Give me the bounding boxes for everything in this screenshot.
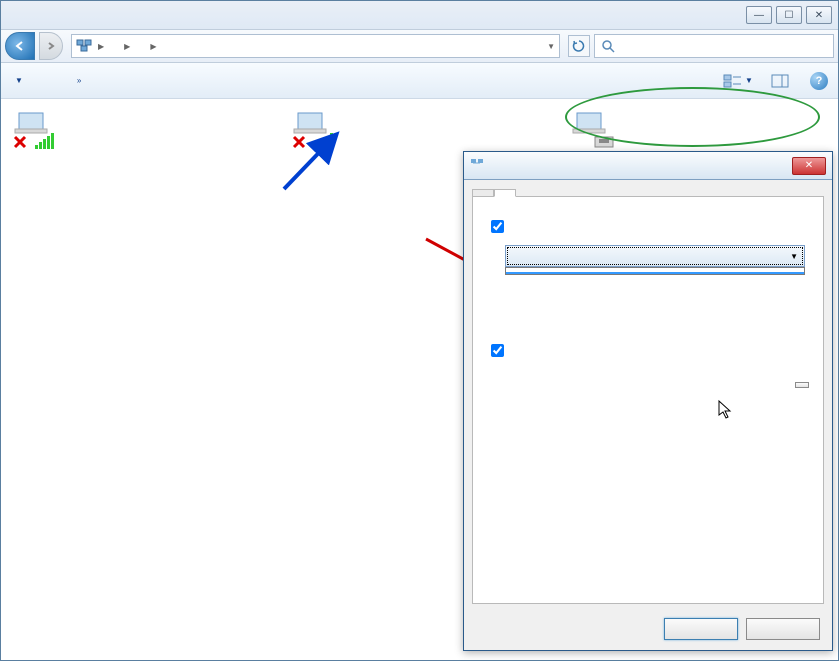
wireless-disconnected-icon xyxy=(11,109,59,151)
help-button[interactable]: ? xyxy=(810,72,828,90)
connection-item[interactable] xyxy=(11,109,270,151)
chevron-down-icon: ▼ xyxy=(15,76,23,85)
command-bar: ▼ » ▼ ? xyxy=(1,63,838,99)
search-icon xyxy=(601,39,615,53)
dialog-titlebar[interactable]: ✕ xyxy=(464,152,832,180)
breadcrumb-item[interactable] xyxy=(136,44,144,48)
network-icon xyxy=(470,157,484,174)
organize-menu[interactable]: ▼ xyxy=(11,76,23,85)
more-menu[interactable]: » xyxy=(77,76,81,85)
cancel-button[interactable] xyxy=(746,618,820,640)
close-button[interactable]: ✕ xyxy=(806,6,832,24)
search-box[interactable] xyxy=(594,34,834,58)
properties-dialog: ✕ ▼ xyxy=(463,151,833,651)
view-options-button[interactable]: ▼ xyxy=(726,70,750,92)
ethernet-icon xyxy=(569,109,617,151)
breadcrumb-item[interactable] xyxy=(110,44,118,48)
preview-pane-button[interactable] xyxy=(768,70,792,92)
dialog-close-button[interactable]: ✕ xyxy=(792,157,826,175)
maximize-button[interactable]: ☐ xyxy=(776,6,802,24)
network-icon xyxy=(76,37,92,56)
ok-button[interactable] xyxy=(664,618,738,640)
forward-button[interactable] xyxy=(39,32,63,60)
window-titlebar: — ☐ ✕ xyxy=(1,1,838,29)
allow-control-checkbox[interactable] xyxy=(491,344,504,357)
chevron-down-icon: ▼ xyxy=(790,252,798,261)
chevron-right-icon: ▶ xyxy=(150,42,156,51)
back-button[interactable] xyxy=(5,32,35,60)
tabs xyxy=(472,188,824,196)
connection-item-selected[interactable] xyxy=(569,109,828,151)
tab-sharing[interactable] xyxy=(494,189,516,197)
refresh-button[interactable] xyxy=(568,35,590,57)
home-network-combo[interactable]: ▼ xyxy=(505,245,805,267)
navigation-bar: ▶ ▶ ▶ ▼ xyxy=(1,29,838,63)
dropdown-option-selected[interactable] xyxy=(506,272,804,274)
address-bar[interactable]: ▶ ▶ ▶ ▼ xyxy=(71,34,560,58)
annotation-arrow-blue xyxy=(279,129,349,199)
allow-sharing-checkbox[interactable] xyxy=(491,220,504,233)
minimize-button[interactable]: — xyxy=(746,6,772,24)
search-input[interactable] xyxy=(621,39,827,53)
home-network-dropdown xyxy=(505,267,805,275)
chevron-down-icon[interactable]: ▼ xyxy=(547,42,555,51)
settings-button[interactable] xyxy=(795,382,809,388)
tab-panel-sharing: ▼ xyxy=(472,196,824,604)
chevron-right-icon: ▶ xyxy=(98,42,104,51)
chevron-right-icon: ▶ xyxy=(124,42,130,51)
